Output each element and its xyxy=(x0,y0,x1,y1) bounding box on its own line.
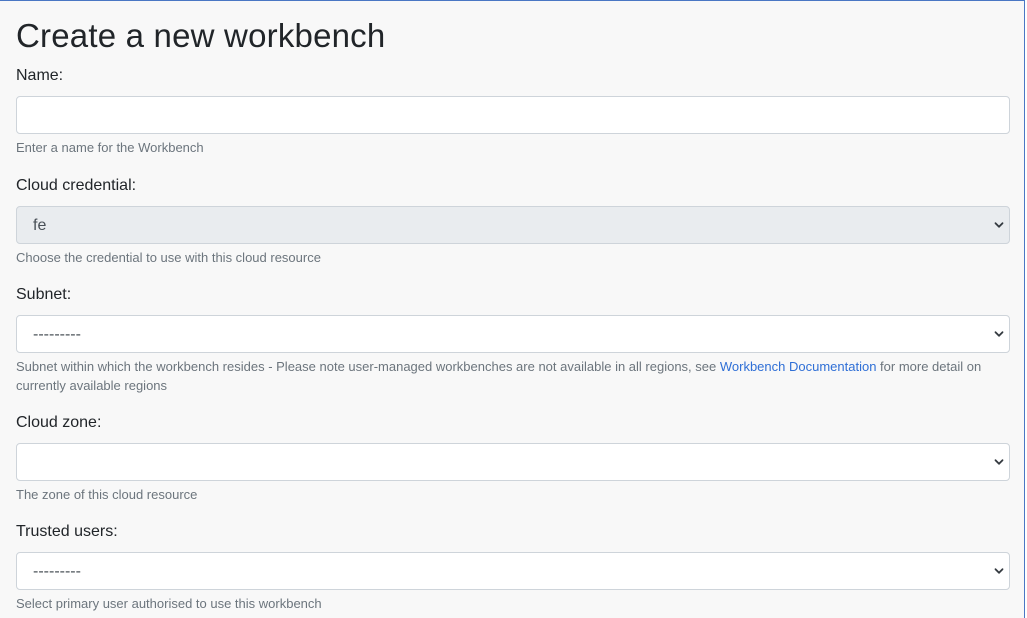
trusted-users-label: Trusted users: xyxy=(16,523,118,540)
subnet-label: Subnet: xyxy=(16,286,72,303)
cloud-credential-select[interactable]: fe xyxy=(16,206,1010,244)
subnet-help-text: Subnet within which the workbench reside… xyxy=(16,357,1006,395)
subnet-help-prefix: Subnet within which the workbench reside… xyxy=(16,359,720,374)
name-label: Name: xyxy=(16,67,64,84)
cloud-zone-select[interactable] xyxy=(16,443,1010,481)
trusted-users-select[interactable]: --------- xyxy=(16,552,1010,590)
cloud-zone-label: Cloud zone: xyxy=(16,414,102,431)
name-help-text: Enter a name for the Workbench xyxy=(16,140,204,155)
cloud-credential-label: Cloud credential: xyxy=(16,177,137,194)
name-input[interactable] xyxy=(16,96,1010,134)
chevron-down-icon xyxy=(994,222,1004,228)
trusted-users-help-text: Select primary user authorised to use th… xyxy=(16,596,322,611)
chevron-down-icon xyxy=(994,459,1004,465)
workbench-documentation-link[interactable]: Workbench Documentation xyxy=(720,359,877,374)
subnet-select[interactable]: --------- xyxy=(16,315,1010,353)
chevron-down-icon xyxy=(994,568,1004,574)
trusted-users-value: --------- xyxy=(33,563,81,580)
cloud-zone-help-text: The zone of this cloud resource xyxy=(16,487,198,502)
chevron-down-icon xyxy=(994,331,1004,337)
cloud-credential-help-text: Choose the credential to use with this c… xyxy=(16,250,321,265)
page-title: Create a new workbench xyxy=(16,17,386,54)
create-workbench-panel: Create a new workbench Name: Enter a nam… xyxy=(0,0,1025,618)
subnet-value: --------- xyxy=(33,326,81,343)
cloud-credential-value: fe xyxy=(33,217,47,234)
